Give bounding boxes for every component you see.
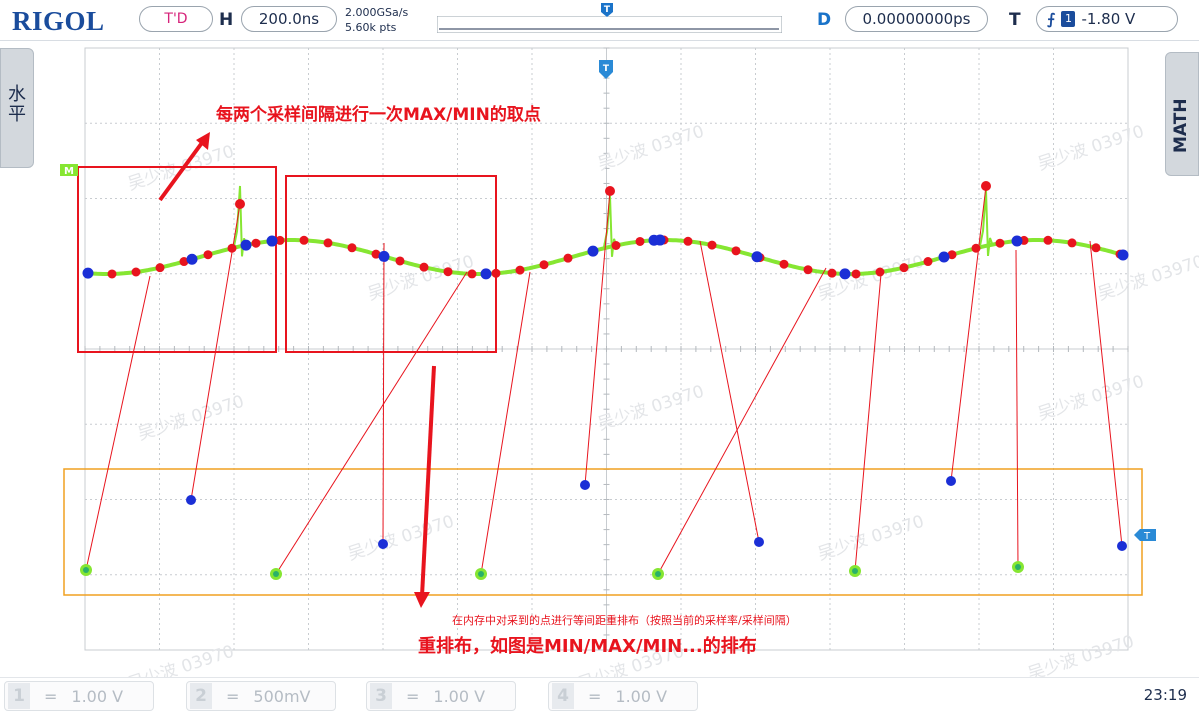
max-sample-point (155, 263, 165, 273)
horizontal-menu-tab[interactable]: 水平 (0, 48, 34, 168)
channel-2-number: 2 (190, 683, 212, 709)
max-sample-point (731, 246, 741, 256)
annotation-bottom-big: 重排布，如图是MIN/MAX/MIN...的排布 (418, 635, 757, 657)
min-sample-point (240, 239, 252, 251)
max-sample-point (235, 199, 245, 209)
rearranged-point-core (852, 568, 858, 574)
min-sample-point (654, 234, 666, 246)
min-sample-point (82, 267, 94, 279)
trigger-level-marker[interactable]: T (1134, 529, 1156, 542)
channel-2-coupling: = (226, 686, 240, 706)
channel-1-number: 1 (8, 683, 30, 709)
math-marker[interactable]: M (60, 164, 78, 177)
min-sample-point (1011, 235, 1023, 247)
horizontal-tab-label: 水平 (8, 84, 26, 125)
rearranged-min-point (1117, 541, 1127, 551)
min-sample-point (587, 245, 599, 257)
channel-3-coupling: = (406, 686, 420, 706)
min-sample-point (839, 268, 851, 280)
channel-1-box[interactable]: 1 = 1.00 V (4, 681, 154, 711)
max-sample-point (347, 243, 357, 253)
math-tab-label: MATH (1171, 98, 1191, 153)
max-sample-point (779, 259, 789, 269)
svg-text:T: T (1143, 531, 1151, 542)
max-sample-point (899, 263, 909, 273)
max-sample-point (419, 262, 429, 272)
channel-3-scale: 1.00 V (433, 686, 486, 706)
rearranged-point-core (1015, 564, 1021, 570)
graticule (84, 47, 1129, 651)
min-sample-point (938, 251, 950, 263)
min-sample-point (751, 251, 763, 263)
max-sample-point (563, 253, 573, 263)
max-sample-point (981, 181, 991, 191)
min-sample-point (378, 250, 390, 262)
max-sample-point (1043, 235, 1053, 245)
max-sample-point (971, 243, 981, 253)
channel-status-bar: 1 = 1.00 V 2 = 500mV 3 = 1.00 V 4 = 1.00… (0, 677, 1199, 724)
max-sample-point (443, 267, 453, 277)
max-sample-point (395, 256, 405, 266)
channel-2-box[interactable]: 2 = 500mV (186, 681, 336, 711)
max-sample-point (467, 269, 477, 279)
rearranged-point-core (655, 571, 661, 577)
channel-2-scale: 500mV (253, 686, 311, 706)
max-sample-point (803, 265, 813, 275)
annotation-top: 每两个采样间隔进行一次MAX/MIN的取点 (216, 104, 541, 125)
channel-1-scale: 1.00 V (71, 686, 124, 706)
channel-3-number: 3 (370, 683, 392, 709)
max-sample-point (707, 240, 717, 250)
channel-3-box[interactable]: 3 = 1.00 V (366, 681, 516, 711)
channel-4-scale: 1.00 V (615, 686, 668, 706)
channel-4-number: 4 (552, 683, 574, 709)
svg-text:M: M (64, 166, 74, 177)
max-sample-point (851, 269, 861, 279)
max-sample-point (203, 250, 213, 260)
clock: 23:19 (1143, 686, 1187, 704)
annotation-bottom-small: 在内存中对采到的点进行等间距重排布（按照当前的采样率/采样间隔） (452, 613, 797, 627)
max-sample-point (131, 267, 141, 277)
rearranged-point-core (83, 567, 89, 573)
rearranged-min-point (580, 480, 590, 490)
math-menu-tab[interactable]: MATH (1165, 52, 1199, 176)
waveform-display: 吴少波 03970吴少波 03970吴少波 03970吴少波 03970吴少波 … (60, 47, 1199, 677)
channel-4-coupling: = (588, 686, 602, 706)
max-sample-point (827, 268, 837, 278)
max-sample-point (635, 236, 645, 246)
max-sample-point (251, 238, 261, 248)
max-sample-point (299, 235, 309, 245)
min-sample-point (266, 235, 278, 247)
max-sample-point (995, 238, 1005, 248)
max-sample-point (611, 240, 621, 250)
rearranged-point-core (478, 571, 484, 577)
max-sample-point (539, 260, 549, 270)
max-sample-point (323, 238, 333, 248)
min-sample-point (1117, 249, 1129, 261)
max-sample-point (227, 243, 237, 253)
max-sample-point (875, 267, 885, 277)
rearranged-min-point (378, 539, 388, 549)
max-sample-point (605, 186, 615, 196)
channel-4-box[interactable]: 4 = 1.00 V (548, 681, 698, 711)
rearranged-point-core (273, 571, 279, 577)
svg-text:T: T (603, 64, 610, 74)
rearranged-min-point (946, 476, 956, 486)
max-sample-point (107, 269, 117, 279)
max-sample-point (683, 236, 693, 246)
max-sample-point (1067, 238, 1077, 248)
min-sample-point (186, 253, 198, 265)
min-sample-point (480, 268, 492, 280)
channel-1-coupling: = (44, 686, 58, 706)
max-sample-point (1091, 243, 1101, 253)
max-sample-point (923, 257, 933, 267)
max-sample-point (515, 265, 525, 275)
rearranged-min-point (754, 537, 764, 547)
rearranged-min-point (186, 495, 196, 505)
max-sample-point (491, 268, 501, 278)
